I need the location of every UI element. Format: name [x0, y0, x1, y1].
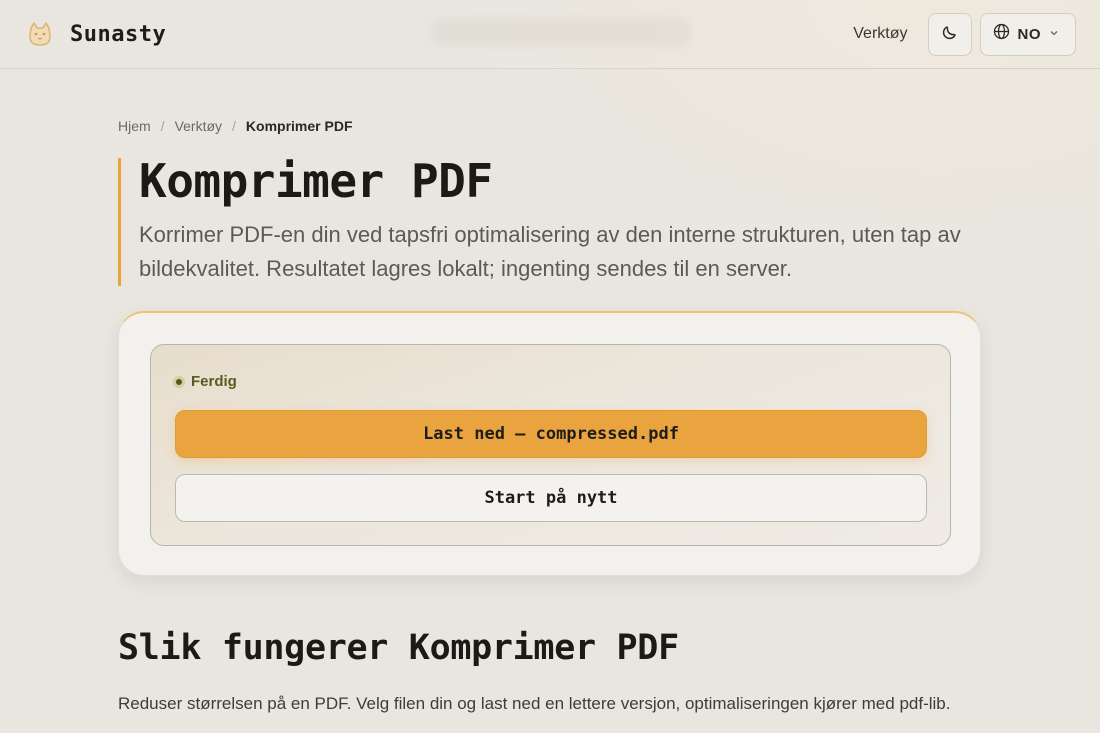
chevron-down-icon	[1049, 25, 1059, 43]
cat-logo-icon	[24, 18, 56, 50]
section-title: Slik fungerer Komprimer PDF	[118, 628, 679, 668]
tool-card: Ferdig Last ned — compressed.pdf Start p…	[118, 311, 981, 576]
nav-link-tools[interactable]: Verktøy	[853, 25, 907, 43]
page-description: Korrimer PDF-en din ved tapsfri optimali…	[139, 222, 961, 281]
result-panel: Ferdig Last ned — compressed.pdf Start p…	[150, 344, 951, 546]
title-block: Komprimer PDF Korrimer PDF-en din ved ta…	[118, 158, 978, 286]
blurred-header-element	[432, 18, 690, 46]
breadcrumb-current: Komprimer PDF	[245, 118, 353, 134]
breadcrumb-separator: /	[232, 118, 236, 134]
theme-toggle-button[interactable]	[927, 12, 972, 56]
breadcrumb-separator: /	[160, 118, 165, 134]
status-dot-icon	[173, 375, 185, 388]
status-text: Ferdig	[191, 373, 237, 390]
download-button[interactable]: Last ned — compressed.pdf	[175, 410, 927, 458]
language-label: NO	[1017, 25, 1041, 43]
top-header: Sunasty Verktøy NO	[0, 0, 1100, 69]
brand-link[interactable]: Sunasty	[24, 18, 166, 50]
moon-icon	[942, 24, 958, 45]
breadcrumb: Hjem / Verktøy / Komprimer PDF	[118, 118, 353, 134]
globe-icon	[993, 23, 1010, 45]
restart-button[interactable]: Start på nytt	[175, 474, 927, 522]
brand-name: Sunasty	[70, 21, 167, 47]
section-text: Reduser størrelsen på en PDF. Velg filen…	[118, 694, 951, 713]
page-title: Komprimer PDF	[139, 154, 493, 208]
header-actions: Verktøy NO	[853, 12, 1076, 56]
breadcrumb-tools[interactable]: Verktøy	[175, 118, 222, 134]
status-badge: Ferdig	[173, 373, 237, 390]
language-select-button[interactable]: NO	[979, 12, 1076, 56]
breadcrumb-home[interactable]: Hjem	[118, 118, 151, 134]
